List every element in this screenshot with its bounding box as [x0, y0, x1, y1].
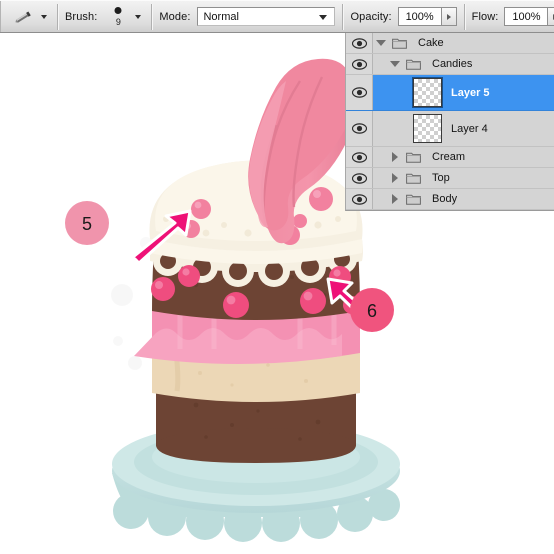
layer-visibility-toggle[interactable]: [346, 147, 373, 167]
chevron-down-glyph: [134, 14, 141, 19]
layer-row-body[interactable]: Top: [373, 168, 554, 188]
layer-row-body[interactable]: Layer 4: [373, 111, 554, 146]
folder-icon: [389, 37, 409, 49]
opacity-label: Opacity:: [350, 10, 392, 23]
brush-size-value: 9: [115, 16, 121, 27]
triangle-right-icon[interactable]: [387, 173, 403, 183]
triangle-right-icon[interactable]: [387, 152, 403, 162]
eye-icon: [351, 151, 367, 163]
layer-name: Top: [432, 172, 450, 184]
folder-icon: [405, 173, 421, 184]
folder-icon: [403, 151, 423, 163]
layer-row-cream[interactable]: Cream: [346, 147, 554, 168]
folder-icon: [403, 172, 423, 184]
toolbar-divider-4: [463, 3, 465, 30]
folder-icon: [391, 38, 407, 49]
layer-row-layer-4[interactable]: Layer 4: [346, 111, 554, 147]
opacity-field[interactable]: 100%: [397, 7, 457, 26]
eye-icon: [351, 58, 367, 70]
eye-icon: [351, 37, 367, 49]
flow-stepper-button[interactable]: [547, 7, 554, 26]
layer-thumbnail[interactable]: [412, 77, 443, 108]
mode-label: Mode:: [159, 10, 191, 23]
callout-5-number: 5: [82, 214, 92, 234]
layer-row-top[interactable]: Top: [346, 168, 554, 189]
layer-visibility-toggle[interactable]: [346, 75, 373, 110]
tool-options-bar: Brush: 9 Mode: Normal Opacity: 100% Flow…: [0, 0, 554, 33]
layer-name: Cake: [418, 37, 444, 49]
brush-preset-picker[interactable]: 9: [105, 3, 131, 31]
layer-row-cake[interactable]: Cake: [346, 33, 554, 54]
toolbar-drag-grip[interactable]: [0, 1, 1, 32]
brush-label: Brush:: [65, 10, 98, 23]
layer-row-body[interactable]: Body: [373, 189, 554, 209]
layer-row-body[interactable]: Layer 5: [373, 75, 554, 110]
layer-row-layer-5[interactable]: Layer 5: [346, 75, 554, 111]
layer-name: Candies: [432, 58, 473, 70]
layer-visibility-toggle[interactable]: [346, 33, 373, 53]
layer-row-body[interactable]: Cream: [373, 147, 554, 167]
layer-name: Cream: [432, 151, 466, 163]
layer-row-body[interactable]: Cake: [373, 33, 554, 53]
triangle-right-icon[interactable]: [387, 194, 403, 204]
eye-icon: [351, 172, 367, 184]
layer-visibility-toggle[interactable]: [346, 111, 373, 146]
layer-visibility-toggle[interactable]: [346, 54, 373, 74]
brush-preset-chevron-down-icon[interactable]: [131, 6, 144, 28]
flow-value[interactable]: 100%: [504, 7, 548, 26]
layer-thumbnail[interactable]: [413, 114, 442, 143]
folder-icon: [403, 193, 423, 205]
blend-mode-select[interactable]: Normal: [197, 7, 336, 26]
opacity-value[interactable]: 100%: [397, 7, 441, 26]
eye-icon: [351, 87, 367, 98]
chevron-down-icon: [319, 14, 328, 20]
toolbar-divider-1: [57, 3, 58, 30]
layers-list[interactable]: Cake Candies Layer 5 Layer 4 Cream Top Body: [346, 33, 554, 210]
tool-preset-chevron-down-icon[interactable]: [37, 6, 50, 28]
layer-visibility-toggle[interactable]: [346, 189, 373, 209]
brush-tip-preview-icon: [114, 6, 122, 14]
layer-row-body[interactable]: Candies: [373, 54, 554, 74]
triangle-down-icon[interactable]: [373, 40, 389, 46]
folder-icon: [405, 194, 421, 205]
brush-tool-icon[interactable]: [11, 5, 37, 29]
cake-body: [134, 239, 363, 463]
toolbar-divider-2: [151, 3, 153, 30]
layer-name: Body: [432, 193, 458, 205]
callout-6-number: 6: [367, 301, 377, 321]
flow-label: Flow:: [471, 10, 499, 23]
folder-icon: [403, 58, 423, 70]
opacity-stepper-button[interactable]: [440, 7, 457, 26]
flow-field[interactable]: 100%: [504, 7, 554, 26]
photoshop-window: Brush: 9 Mode: Normal Opacity: 100% Flow…: [0, 0, 554, 554]
layer-name: Layer 4: [451, 122, 488, 135]
folder-icon: [405, 152, 421, 163]
layer-row-body[interactable]: Body: [346, 189, 554, 210]
layer-name: Layer 5: [451, 86, 490, 99]
layer-visibility-toggle[interactable]: [346, 168, 373, 188]
triangle-right-icon: [446, 13, 451, 20]
toolbar-divider-3: [342, 3, 344, 30]
folder-icon: [405, 59, 421, 70]
eye-icon: [351, 193, 367, 205]
blend-mode-value: Normal: [203, 10, 239, 23]
eye-icon: [351, 123, 367, 134]
chevron-down-glyph: [40, 14, 47, 19]
layer-row-candies[interactable]: Candies: [346, 54, 554, 75]
triangle-down-icon[interactable]: [387, 61, 403, 67]
layers-panel[interactable]: Cake Candies Layer 5 Layer 4 Cream Top Body: [345, 33, 554, 211]
